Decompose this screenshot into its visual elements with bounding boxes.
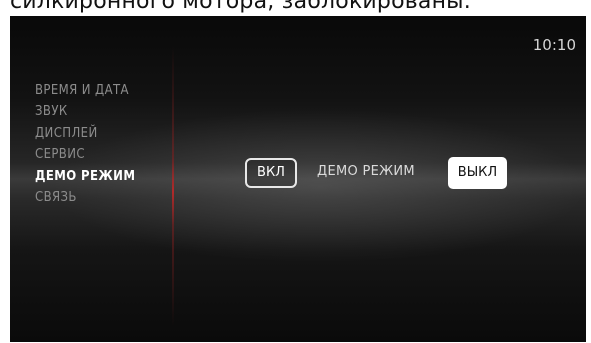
- caption-text: силкиронного мотора, заблокированы.: [10, 0, 471, 14]
- settings-menu: ВРЕМЯ И ДАТА ЗВУК ДИСПЛЕЙ СЕРВИС ДЕМО РЕ…: [35, 80, 135, 208]
- clock: 10:10: [532, 36, 576, 54]
- cropped-caption-text: силкиронного мотора, заблокированы.: [0, 0, 591, 16]
- sidebar-item-time-and-date[interactable]: ВРЕМЯ И ДАТА: [35, 80, 135, 101]
- sidebar-item-demo-mode[interactable]: ДЕМО РЕЖИМ: [35, 166, 135, 187]
- sidebar-divider: [172, 46, 174, 326]
- sidebar-item-display[interactable]: ДИСПЛЕЙ: [35, 123, 135, 144]
- sidebar-item-service[interactable]: СЕРВИС: [35, 144, 135, 165]
- infotainment-screen: 10:10 ВРЕМЯ И ДАТА ЗВУК ДИСПЛЕЙ СЕРВИС Д…: [10, 16, 586, 342]
- demo-off-button[interactable]: ВЫКЛ: [448, 157, 507, 189]
- sidebar-item-connection[interactable]: СВЯЗЬ: [35, 187, 135, 208]
- sidebar-item-sound[interactable]: ЗВУК: [35, 101, 135, 122]
- demo-mode-label: ДЕМО РЕЖИМ: [317, 164, 415, 179]
- demo-on-button[interactable]: ВКЛ: [245, 158, 297, 188]
- settings-sidebar: ВРЕМЯ И ДАТА ЗВУК ДИСПЛЕЙ СЕРВИС ДЕМО РЕ…: [10, 16, 175, 342]
